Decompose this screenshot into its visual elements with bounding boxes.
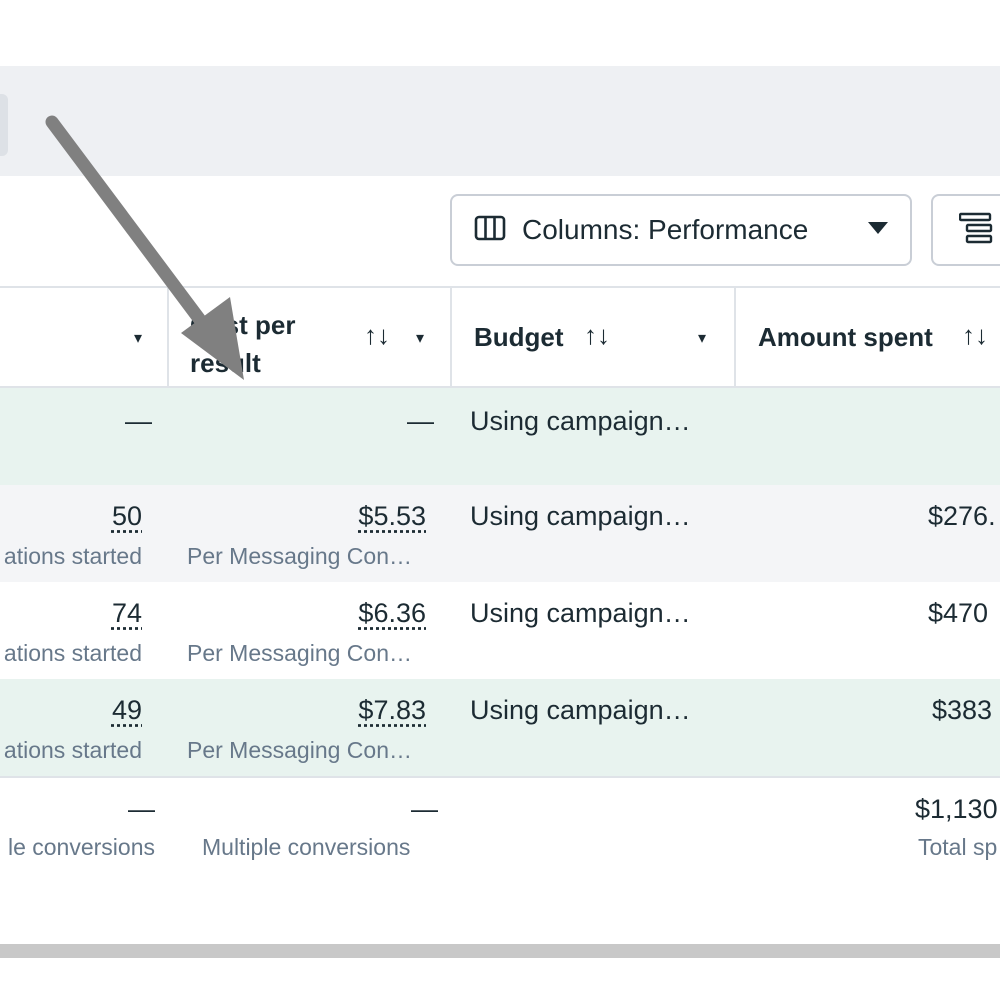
- cost-sub: Per Messaging Con…: [187, 543, 412, 569]
- budget-value: Using campaign…: [470, 695, 691, 725]
- amount-spent-header[interactable]: Amount spent: [758, 322, 933, 353]
- header-band: [0, 66, 1000, 176]
- columns-icon: [474, 215, 506, 246]
- results-sub: ations started: [3, 737, 142, 763]
- totals-cost-sub: Multiple conversions: [202, 834, 411, 860]
- results-sub: ations started: [3, 640, 142, 666]
- results-column-caret[interactable]: ▾: [134, 328, 142, 348]
- breakdown-icon: [958, 212, 993, 249]
- totals-amount-spent-value: $1,130: [915, 794, 998, 824]
- cost-sub: Per Messaging Con…: [187, 640, 412, 666]
- tab-edge[interactable]: [0, 94, 8, 156]
- table-row[interactable]: 74 ations started $6.36 Per Messaging Co…: [0, 582, 1000, 679]
- top-blank-area: [0, 0, 1000, 66]
- chevron-down-icon: [868, 221, 888, 239]
- budget-value: Using campaign…: [470, 598, 691, 628]
- columns-button[interactable]: Columns: Performance: [450, 194, 912, 266]
- budget-header[interactable]: Budget: [474, 322, 564, 353]
- budget-sort-icon[interactable]: ↑↓: [584, 320, 610, 351]
- results-sub: ations started: [3, 543, 142, 569]
- horizontal-scrollbar[interactable]: [0, 944, 1000, 958]
- cost-value: —: [407, 406, 434, 436]
- columns-button-label: Columns: Performance: [522, 214, 809, 245]
- column-resize-handle[interactable]: [450, 288, 452, 388]
- table-row[interactable]: 49 ations started $7.83 Per Messaging Co…: [0, 679, 1000, 776]
- amount-sort-icon[interactable]: ↑↓: [962, 320, 988, 351]
- column-resize-handle[interactable]: [167, 288, 169, 388]
- breakdown-button[interactable]: [931, 194, 1000, 266]
- cost-value[interactable]: $6.36: [358, 598, 426, 629]
- budget-value: Using campaign…: [470, 406, 691, 436]
- cost-sub: Per Messaging Con…: [187, 737, 412, 763]
- totals-results-sub: le conversions: [7, 834, 155, 860]
- cost-value[interactable]: $5.53: [358, 501, 426, 532]
- cost-sort-icon[interactable]: ↑↓: [364, 320, 390, 351]
- cost-per-result-header[interactable]: Cost per result: [190, 306, 350, 382]
- totals-row: — le conversions — Multiple conversions …: [0, 776, 1000, 886]
- results-value[interactable]: 49: [112, 695, 142, 726]
- cost-value[interactable]: $7.83: [358, 695, 426, 726]
- results-value: —: [125, 406, 152, 436]
- results-value[interactable]: 50: [112, 501, 142, 532]
- totals-cost-value: —: [411, 794, 438, 824]
- results-value[interactable]: 74: [112, 598, 142, 629]
- amount-spent-value: $470: [928, 598, 989, 628]
- table-row[interactable]: 50 ations started $5.53 Per Messaging Co…: [0, 485, 1000, 582]
- table-header: ▾ Cost per result ↑↓ ▾ Budget ↑↓ ▾ Amoun…: [0, 286, 1000, 388]
- cost-column-caret[interactable]: ▾: [416, 328, 424, 348]
- amount-spent-value: $276.: [928, 501, 996, 531]
- table-row[interactable]: — — Using campaign…: [0, 388, 1000, 485]
- totals-results-value: —: [128, 794, 155, 824]
- budget-value: Using campaign…: [470, 501, 691, 531]
- column-resize-handle[interactable]: [734, 288, 736, 388]
- amount-spent-value: $383: [932, 695, 993, 725]
- totals-amount-spent-sub: Total sp: [918, 834, 998, 860]
- budget-column-caret[interactable]: ▾: [698, 328, 706, 348]
